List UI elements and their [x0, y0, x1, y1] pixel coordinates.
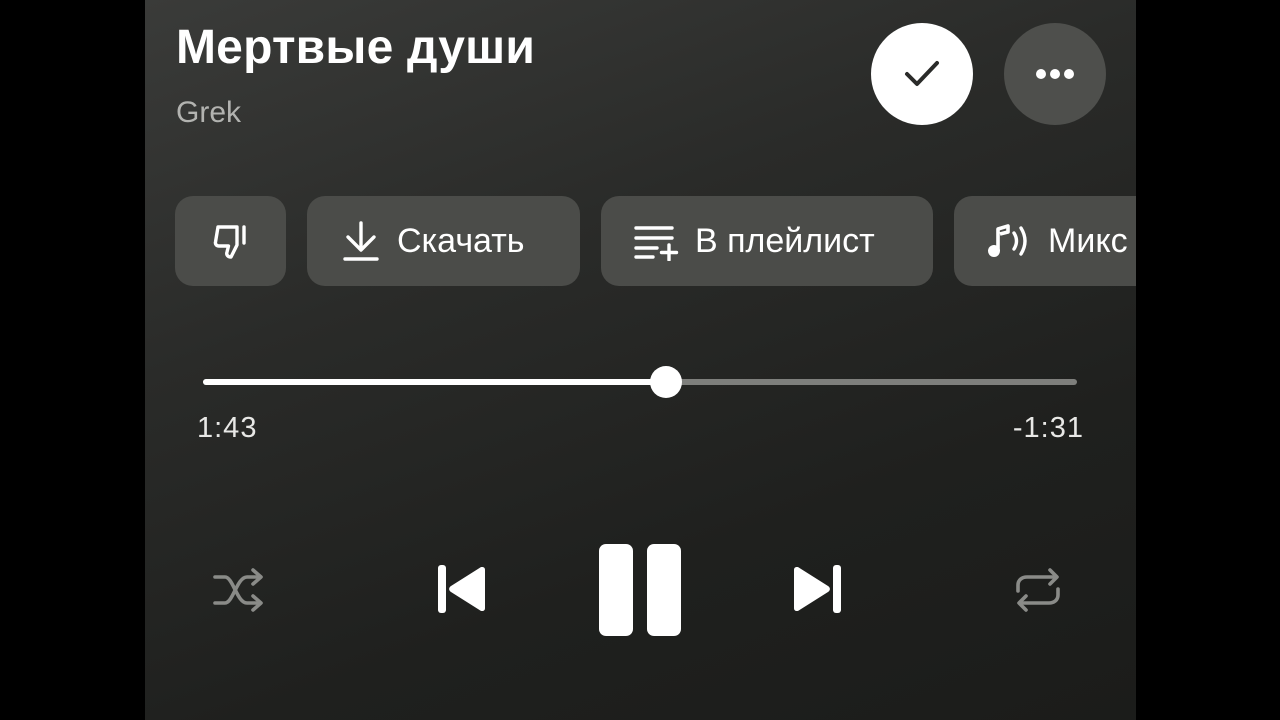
check-icon — [905, 61, 939, 86]
remaining-time: -1:31 — [1012, 412, 1084, 444]
previous-icon — [438, 565, 485, 613]
track-title: Мертвые души — [176, 21, 536, 74]
shuffle-icon — [213, 568, 263, 612]
artist-name[interactable]: Grek — [176, 96, 241, 130]
thumbs-down-icon — [209, 219, 253, 263]
elapsed-time: 1:43 — [197, 412, 258, 444]
pause-icon — [599, 544, 681, 636]
add-to-playlist-icon — [633, 221, 679, 261]
previous-track-button[interactable] — [433, 560, 491, 618]
pause-button[interactable] — [597, 542, 683, 638]
progress-bar[interactable] — [203, 366, 1077, 398]
mix-label: Микс — [1048, 221, 1128, 260]
more-options-button[interactable] — [1004, 23, 1106, 125]
download-button[interactable]: Скачать — [307, 196, 580, 286]
progress-fill — [203, 379, 667, 385]
repeat-icon — [1016, 568, 1060, 612]
dislike-button[interactable] — [175, 196, 286, 286]
music-waves-icon — [986, 221, 1032, 261]
mix-button[interactable]: Микс — [954, 196, 1136, 286]
download-label: Скачать — [397, 221, 525, 260]
liked-button[interactable] — [871, 23, 973, 125]
more-dots-icon — [1036, 69, 1074, 79]
download-icon — [341, 219, 381, 263]
repeat-button[interactable] — [1010, 566, 1066, 614]
add-to-playlist-button[interactable]: В плейлист — [601, 196, 933, 286]
player-screen: Мертвые души Grek Скачать В плейлист Мик… — [145, 0, 1136, 720]
next-icon — [794, 565, 841, 613]
add-to-playlist-label: В плейлист — [695, 221, 875, 260]
progress-thumb[interactable] — [650, 366, 683, 398]
next-track-button[interactable] — [788, 560, 846, 618]
shuffle-button[interactable] — [211, 566, 267, 614]
